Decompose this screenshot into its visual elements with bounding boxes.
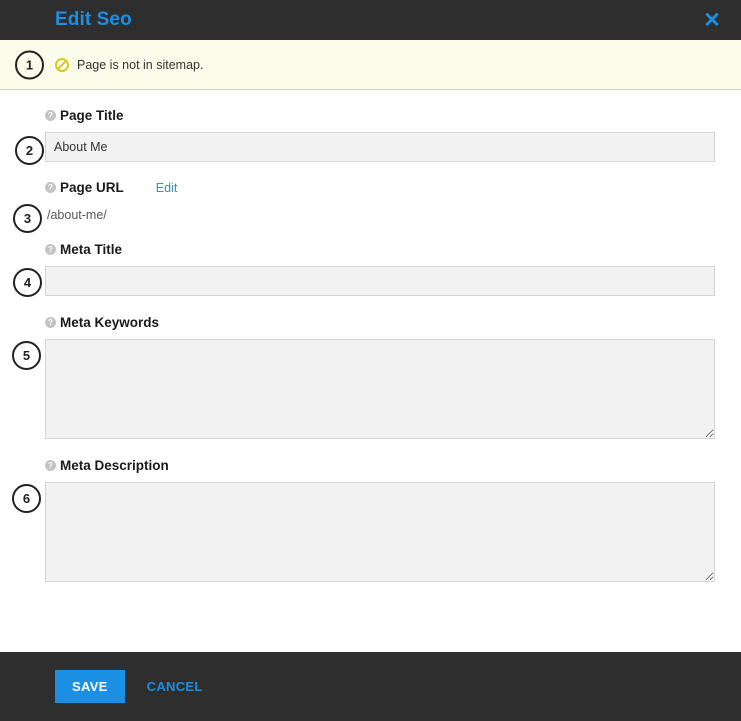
meta-keywords-textarea[interactable] [45, 339, 715, 439]
cancel-button[interactable]: CANCEL [147, 679, 203, 694]
meta-description-textarea[interactable] [45, 482, 715, 582]
edit-url-link[interactable]: Edit [156, 181, 178, 195]
help-icon[interactable]: ? [45, 110, 56, 121]
label-page-url: ? Page URL Edit [45, 180, 715, 195]
label-text: Meta Keywords [60, 315, 159, 330]
meta-title-input[interactable] [45, 266, 715, 296]
page-title-input[interactable] [45, 132, 715, 162]
label-text: Page Title [60, 108, 124, 123]
step-badge-6: 6 [12, 484, 41, 513]
step-badge-4: 4 [13, 268, 42, 297]
modal-footer: SAVE CANCEL [0, 652, 741, 721]
label-text: Page URL [60, 180, 124, 195]
label-text: Meta Description [60, 458, 169, 473]
page-title: Edit Seo [0, 0, 132, 40]
step-badge-3: 3 [13, 204, 42, 233]
label-meta-keywords: ? Meta Keywords [45, 315, 715, 330]
help-icon[interactable]: ? [45, 244, 56, 255]
save-button[interactable]: SAVE [55, 670, 125, 703]
help-icon[interactable]: ? [45, 182, 56, 193]
label-meta-description: ? Meta Description [45, 458, 715, 473]
help-icon[interactable]: ? [45, 317, 56, 328]
ban-icon [55, 58, 69, 72]
sitemap-notice-banner: 1 Page is not in sitemap. [0, 40, 741, 90]
help-icon[interactable]: ? [45, 460, 56, 471]
modal-header: Edit Seo ✕ [0, 0, 741, 40]
page-url-value: /about-me/ [45, 208, 715, 222]
close-icon[interactable]: ✕ [695, 3, 729, 37]
edit-seo-modal: Edit Seo ✕ 1 Page is not in sitemap. 2 ?… [0, 0, 741, 721]
field-page-title: 2 ? Page Title [45, 108, 715, 162]
field-meta-description: 6 ? Meta Description [45, 458, 715, 582]
label-meta-title: ? Meta Title [45, 242, 715, 257]
field-meta-title: 4 ? Meta Title [45, 242, 715, 296]
step-badge-1: 1 [15, 50, 44, 79]
step-badge-5: 5 [12, 341, 41, 370]
field-meta-keywords: 5 ? Meta Keywords [45, 315, 715, 439]
label-text: Meta Title [60, 242, 122, 257]
modal-body: 2 ? Page Title 3 ? Page URL Edit /about-… [0, 90, 741, 652]
label-page-title: ? Page Title [45, 108, 715, 123]
field-page-url: 3 ? Page URL Edit /about-me/ [45, 180, 715, 222]
notice-text: Page is not in sitemap. [77, 58, 203, 72]
step-badge-2: 2 [15, 136, 44, 165]
